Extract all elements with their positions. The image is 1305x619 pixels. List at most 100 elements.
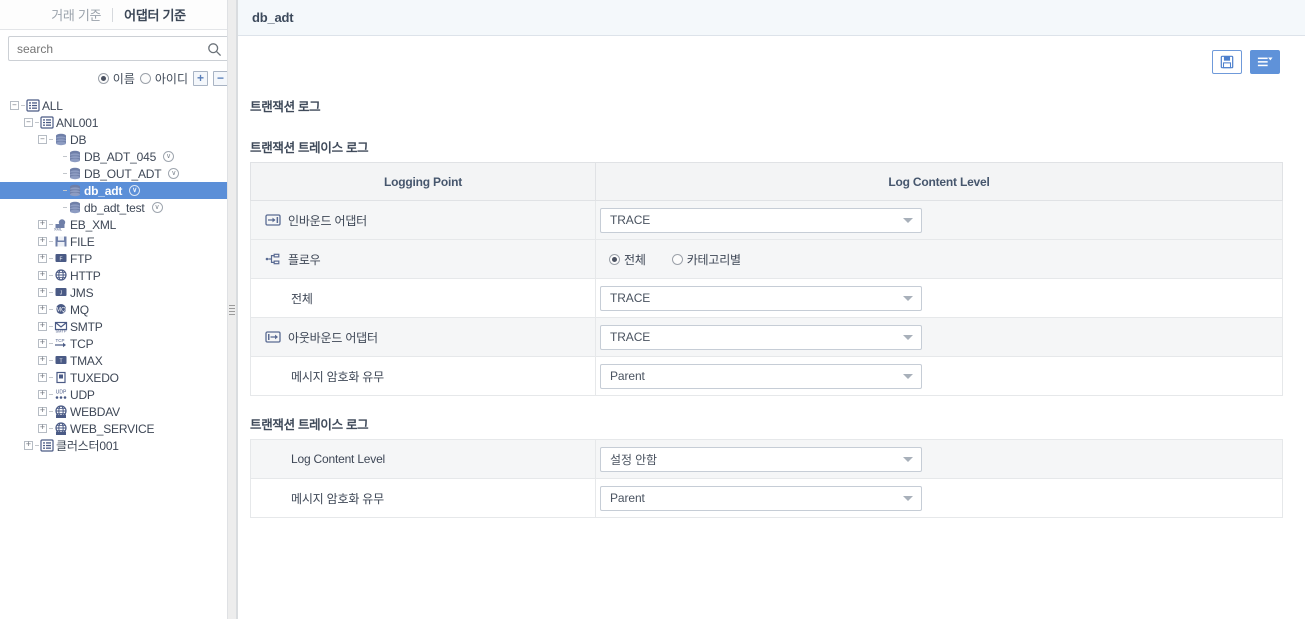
table-header-row: Logging Point Log Content Level [250,162,1283,201]
log-level-select[interactable]: Parent [600,485,922,511]
expand-icon[interactable]: + [36,218,49,231]
row-label: 메시지 암호화 유무 [291,369,384,384]
tree-node-http[interactable]: + HTTP [0,267,237,284]
chevron-down-icon [903,496,913,501]
adapter-tree[interactable]: – ALL – ANL001– DB DB_ADT_045 ∨ DB_OUT_ADT ∨ db_a… [0,91,237,619]
inbound-adapter-icon [265,213,281,227]
ftp-icon: F [53,252,68,266]
expand-icon[interactable]: + [36,388,49,401]
cell-log-content-level: TRACE [595,317,1283,357]
chevron-down-icon[interactable]: ∨ [151,202,163,213]
tree-node-ftp[interactable]: + F FTP [0,250,237,267]
tree-node-label: ANL001 [56,115,99,130]
tree-node-db[interactable]: – DB [0,131,237,148]
select-value: Parent [610,369,645,383]
cell-label: Log Content Level [250,439,596,479]
ws-icon [53,422,68,436]
tree-node-mq[interactable]: + MQ MQ [0,301,237,318]
db-icon [53,133,68,147]
expand-icon[interactable]: + [36,286,49,299]
tree-node-anl001[interactable]: – ANL001 [0,114,237,131]
expand-icon[interactable]: + [36,320,49,333]
expand-icon[interactable]: + [36,371,49,384]
radio-dot [671,253,683,265]
log-level-select[interactable]: Parent [600,363,922,389]
tree-node-tmax[interactable]: + T TMAX [0,352,237,369]
radio-option-name[interactable]: 이름 [97,70,135,87]
tab-adapter-basis[interactable]: 어댑터 기준 [113,5,197,24]
svg-text:MQ: MQ [56,308,66,314]
tree-node-jms[interactable]: + J JMS [0,284,237,301]
tree-node-eb-xml[interactable]: + XML EB_XML [0,216,237,233]
tree-node-label: FILE [70,234,95,249]
tab-transaction-basis[interactable]: 거래 기준 [40,5,112,24]
expand-icon[interactable]: + [36,303,49,316]
cell-logging-point: 플로우 [250,239,596,279]
chevron-down-icon [903,296,913,301]
expand-icon[interactable]: + [36,269,49,282]
chevron-down-icon[interactable]: ∨ [129,185,141,196]
collapse-icon[interactable]: – [36,133,49,146]
expand-icon[interactable]: + [36,337,49,350]
collapse-icon[interactable]: – [22,116,35,129]
tree-node-web-service[interactable]: + WEB_SERVICE [0,420,237,437]
globe-icon [53,269,68,283]
tree-node-webdav[interactable]: + WEBDAV [0,403,237,420]
log-level-select[interactable]: TRACE [600,207,922,233]
tree-node--001[interactable]: + 클러스터001 [0,437,237,454]
tree-node-label: TMAX [70,353,103,368]
webdav-icon [53,405,68,419]
tree-node-db-adt-test[interactable]: db_adt_test ∨ [0,199,237,216]
flow-scope-radio-group: 전체 카테고리별 [600,251,1278,268]
collapse-all-button[interactable]: − [213,70,228,86]
tree-node-label: FTP [70,251,93,266]
tree-node-tuxedo[interactable]: + TUXEDO [0,369,237,386]
search-icon[interactable] [204,39,224,59]
row-label-wrap: Log Content Level [265,452,581,466]
tree-node-udp[interactable]: + UDP UDP [0,386,237,403]
log-level-select[interactable]: TRACE [600,324,922,350]
log-level-select[interactable]: TRACE [600,285,922,311]
radio-option[interactable]: 전체 [609,251,646,268]
tree-node-label: MQ [70,302,89,317]
tree-node-db-adt[interactable]: db_adt ∨ [0,182,237,199]
expand-icon[interactable]: + [36,405,49,418]
expand-icon[interactable]: + [36,252,49,265]
radio-option-id[interactable]: 아이디 [139,70,188,87]
menu-button[interactable] [1250,50,1280,74]
radio-option[interactable]: 카테고리별 [671,251,741,268]
tree-node-db-adt-045[interactable]: DB_ADT_045 ∨ [0,148,237,165]
search-box[interactable] [8,36,229,61]
tree-node-label: DB_ADT_045 [84,149,157,164]
expand-icon[interactable]: + [36,354,49,367]
log-level-select[interactable]: 설정 안함 [600,446,922,472]
tree-node-tcp[interactable]: + TCP TCP [0,335,237,352]
row-label-wrap: 인바운드 어댑터 [265,212,581,229]
expand-icon[interactable]: + [36,422,49,435]
search-input[interactable] [9,37,228,60]
cell-logging-point: 아웃바운드 어댑터 [250,317,596,357]
row-label-wrap: 아웃바운드 어댑터 [265,329,581,346]
tree-node-all[interactable]: – ALL [0,97,237,114]
expand-icon[interactable]: + [36,235,49,248]
collapse-icon[interactable]: – [8,99,21,112]
panel-splitter[interactable] [227,0,237,619]
chevron-down-icon [903,457,913,462]
row-label-wrap: 전체 [265,290,581,307]
cell-log-content-level: Parent [595,356,1283,396]
expand-icon[interactable]: + [22,439,35,452]
chevron-down-icon[interactable]: ∨ [163,151,175,162]
save-button[interactable] [1212,50,1242,74]
expand-all-button[interactable]: + [193,70,208,86]
tree-node-label: EB_XML [70,217,117,232]
radio-name-dot [97,72,109,84]
tree-node-file[interactable]: + FILE [0,233,237,250]
cell-value: Parent [595,478,1283,518]
search-container [0,30,237,65]
chevron-down-icon[interactable]: ∨ [168,168,180,179]
tree-node-db-out-adt[interactable]: DB_OUT_ADT ∨ [0,165,237,182]
tree-node-smtp[interactable]: + SMTP SMTP [0,318,237,335]
tree-node-label: TCP [70,336,94,351]
